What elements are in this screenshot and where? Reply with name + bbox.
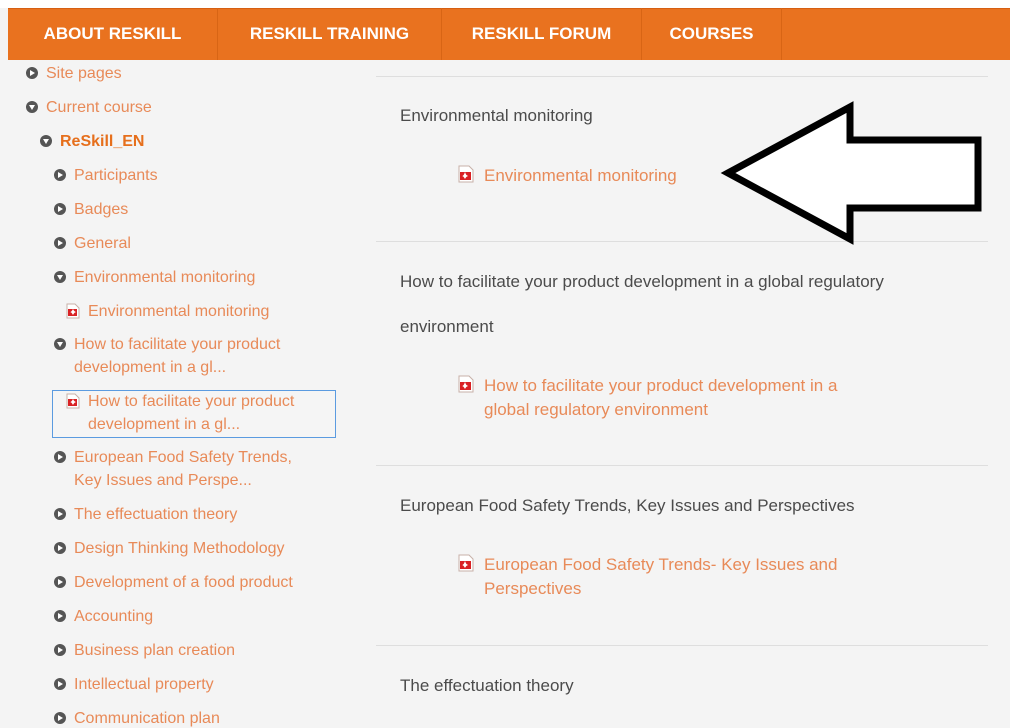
chevron-right-icon (54, 644, 66, 656)
sidebar-item-label: The effectuation theory (74, 506, 238, 523)
nav-courses[interactable]: COURSES (642, 8, 782, 60)
pdf-file-icon (458, 165, 474, 183)
course-navigation-sidebar: Site pages Current course ReSkill_EN Par… (0, 60, 350, 728)
sidebar-item-label: Participants (74, 167, 158, 184)
sidebar-item-site-pages[interactable]: Site pages (26, 62, 122, 85)
sidebar-item-label: Site pages (46, 65, 122, 82)
sidebar-item-design-thinking[interactable]: Design Thinking Methodology (54, 537, 285, 560)
pdf-file-icon (66, 393, 80, 409)
sidebar-item-label: European Food Safety Trends, Key Issues … (74, 449, 292, 489)
sidebar-item-effectuation-theory[interactable]: The effectuation theory (54, 503, 237, 526)
nav-about-reskill[interactable]: ABOUT RESKILL (8, 8, 218, 60)
section-title-effectuation-theory: The effectuation theory (400, 676, 574, 695)
sidebar-item-label: Development of a food product (74, 574, 293, 591)
chevron-right-icon (26, 67, 38, 79)
sidebar-item-product-development-section[interactable]: How to facilitate your product developme… (54, 333, 280, 379)
chevron-right-icon (54, 203, 66, 215)
chevron-right-icon (54, 542, 66, 554)
chevron-right-icon (54, 576, 66, 588)
sidebar-item-communication-plan[interactable]: Communication plan (54, 707, 220, 728)
top-navigation: ABOUT RESKILL RESKILL TRAINING RESKILL F… (8, 8, 1010, 60)
chevron-right-icon (54, 508, 66, 520)
sidebar-item-reskill-en[interactable]: ReSkill_EN (40, 130, 144, 153)
sidebar-item-participants[interactable]: Participants (54, 164, 158, 187)
section-title-product-development-continued: environment (400, 317, 494, 336)
sidebar-item-label: Communication plan (74, 710, 220, 727)
sidebar-item-badges[interactable]: Badges (54, 198, 128, 221)
sidebar-item-label: How to facilitate your product developme… (74, 336, 281, 376)
sidebar-item-label: General (74, 235, 131, 252)
sidebar-item-product-development-file[interactable]: How to facilitate your product developme… (66, 390, 294, 436)
sidebar-item-label: Business plan creation (74, 642, 235, 659)
sidebar-item-intellectual-property[interactable]: Intellectual property (54, 673, 214, 696)
sidebar-item-label: Environmental monitoring (74, 269, 256, 286)
top-strip (0, 0, 1010, 8)
chevron-down-icon (54, 271, 66, 283)
sidebar-item-label: Current course (46, 99, 152, 116)
resource-environmental-monitoring[interactable]: Environmental monitoring (458, 164, 677, 188)
sidebar-item-label: Intellectual property (74, 676, 214, 693)
section-title-product-development: How to facilitate your product developme… (400, 272, 884, 291)
chevron-right-icon (54, 712, 66, 724)
sidebar-item-environmental-monitoring-section[interactable]: Environmental monitoring (54, 266, 255, 289)
pdf-file-icon (458, 375, 474, 393)
chevron-right-icon (54, 451, 66, 463)
resource-link-text: Environmental monitoring (484, 166, 677, 185)
section-divider (376, 76, 988, 77)
chevron-down-icon (54, 338, 66, 350)
sidebar-item-business-plan[interactable]: Business plan creation (54, 639, 235, 662)
section-divider (376, 645, 988, 646)
sidebar-item-general[interactable]: General (54, 232, 131, 255)
sidebar-item-label: How to facilitate your product developme… (88, 393, 295, 433)
nav-reskill-forum[interactable]: RESKILL FORUM (442, 8, 642, 60)
sidebar-item-label: Environmental monitoring (88, 303, 270, 320)
sidebar-item-label: Badges (74, 201, 129, 218)
sidebar-item-environmental-monitoring-file[interactable]: Environmental monitoring (66, 300, 269, 323)
nav-reskill-training[interactable]: RESKILL TRAINING (218, 8, 442, 60)
chevron-right-icon (54, 678, 66, 690)
resource-product-development[interactable]: How to facilitate your product developme… (458, 374, 837, 422)
pdf-file-icon (458, 554, 474, 572)
resource-link-text: How to facilitate your product developme… (484, 376, 838, 419)
sidebar-item-label: Accounting (74, 608, 154, 625)
sidebar-item-label: ReSkill_EN (60, 133, 145, 150)
section-title-environmental-monitoring: Environmental monitoring (400, 106, 593, 125)
chevron-right-icon (54, 610, 66, 622)
sidebar-item-food-product[interactable]: Development of a food product (54, 571, 293, 594)
section-title-food-safety: European Food Safety Trends, Key Issues … (400, 496, 855, 515)
chevron-down-icon (26, 101, 38, 113)
left-arrow-annotation (720, 101, 982, 245)
chevron-down-icon (40, 135, 52, 147)
pdf-file-icon (66, 303, 80, 319)
sidebar-item-current-course[interactable]: Current course (26, 96, 152, 119)
resource-food-safety[interactable]: European Food Safety Trends- Key Issues … (458, 553, 837, 601)
section-divider (376, 465, 988, 466)
sidebar-item-accounting[interactable]: Accounting (54, 605, 153, 628)
sidebar-item-food-safety[interactable]: European Food Safety Trends, Key Issues … (54, 446, 292, 492)
sidebar-item-label: Design Thinking Methodology (74, 540, 285, 557)
chevron-right-icon (54, 169, 66, 181)
page: ABOUT RESKILL RESKILL TRAINING RESKILL F… (0, 0, 1010, 728)
resource-link-text: European Food Safety Trends- Key Issues … (484, 555, 838, 598)
chevron-right-icon (54, 237, 66, 249)
